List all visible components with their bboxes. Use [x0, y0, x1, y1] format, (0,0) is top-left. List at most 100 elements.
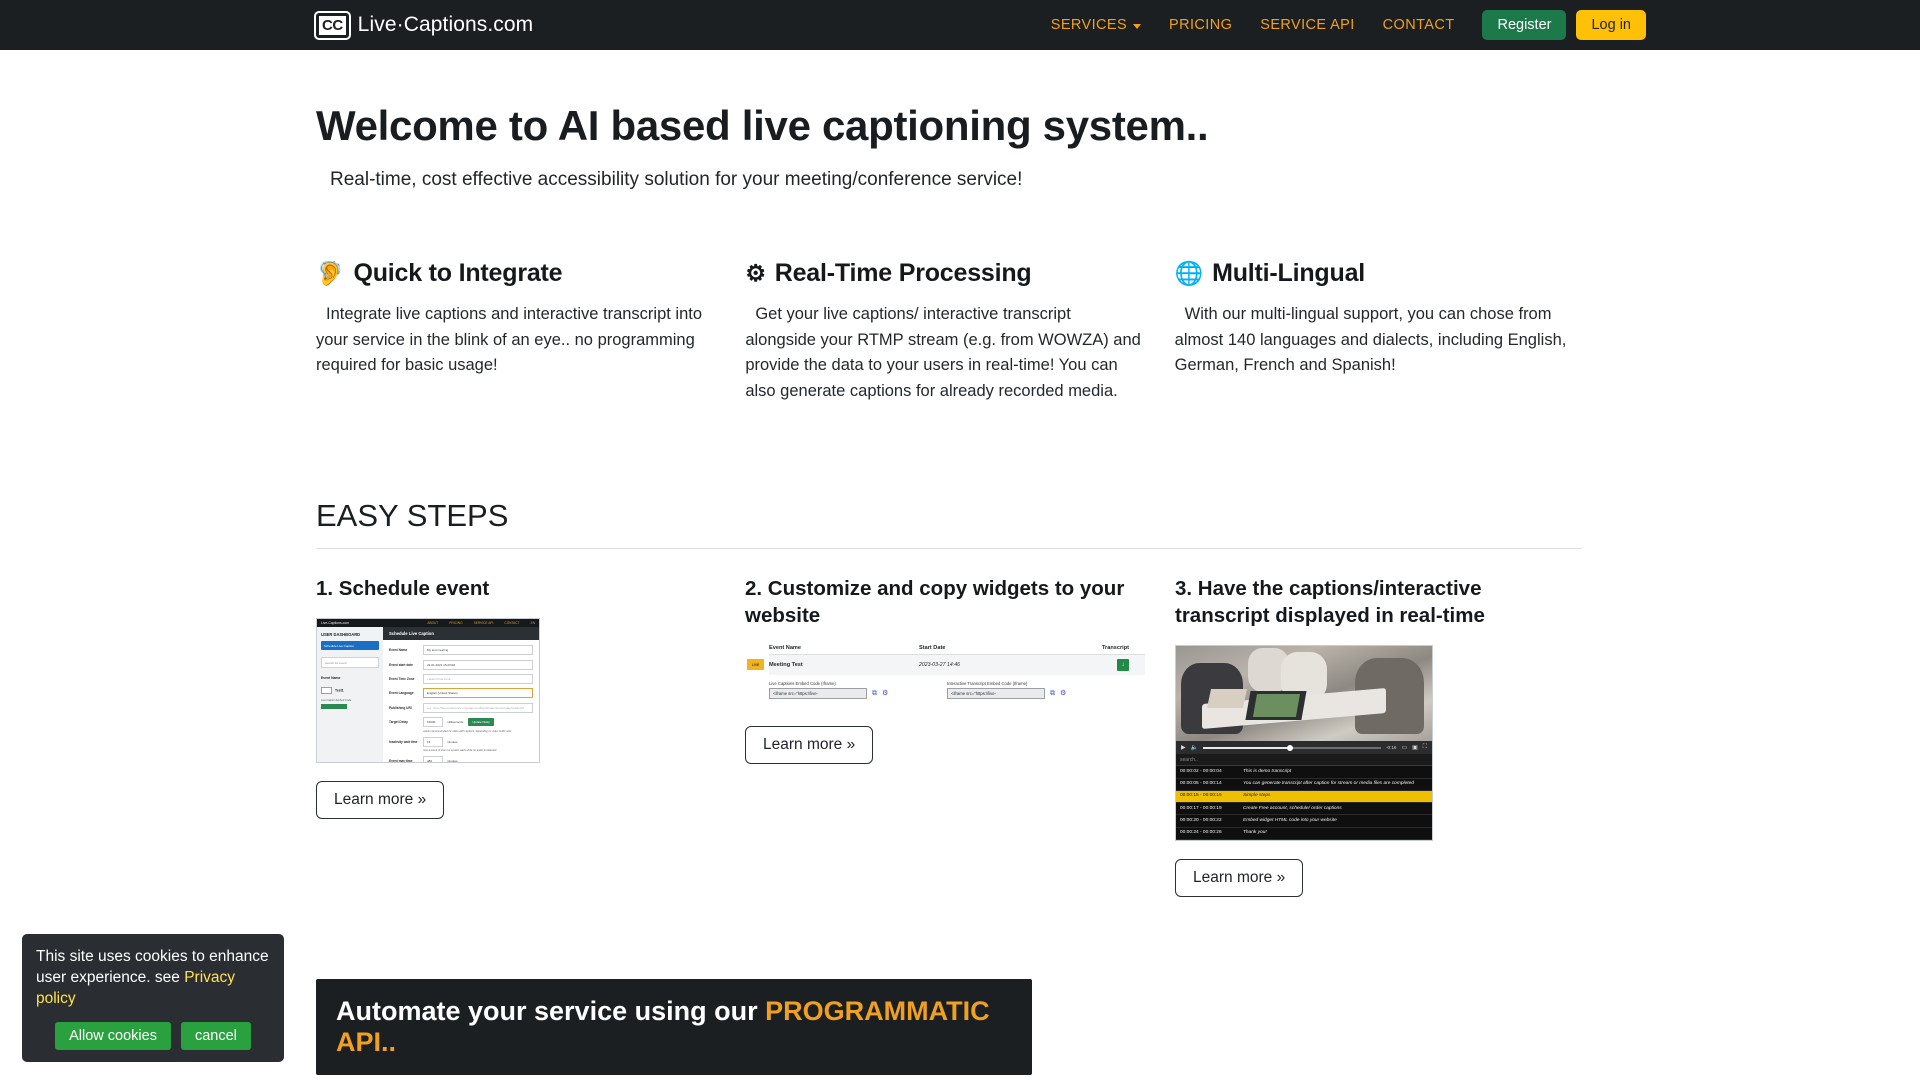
thumb2-embed-row: <iframe src="https://live- ⧉ ⚙ — [769, 688, 929, 700]
transcript-text: This is demo transcript — [1243, 768, 1292, 774]
nav-item-services-label: SERVICES — [1050, 17, 1128, 33]
step-heading: 3. Have the captions/interactive transcr… — [1175, 577, 1485, 628]
thumb-field-label: Event Time Zone — [389, 677, 415, 682]
screenshot-widgets-table[interactable]: Event Name Start Date Transcript LIVE Me… — [745, 645, 1145, 709]
login-button[interactable]: Log in — [1576, 10, 1646, 40]
thumb2-embed-codes: Live Captions Embed Code (Iframe) <ifram… — [769, 681, 1145, 700]
settings-icon: ⚙ — [1060, 690, 1067, 698]
thumb3-laptop-1 — [1245, 690, 1307, 720]
screenshot-schedule-form[interactable]: Live-Captions.com ABOUT PRICING SERVICE … — [316, 618, 540, 764]
thumb2-col-event-name: Event Name — [769, 645, 802, 652]
thumb-field-max-time: Event max time 480 minutes — [389, 756, 533, 763]
cookie-consent-banner: This site uses cookies to enhance user e… — [22, 934, 284, 1062]
thumb-field-unit: milliseconds — [447, 720, 464, 725]
thumb-field-value: 480 — [423, 756, 443, 763]
fullscreen-icon: ⛶ — [1422, 744, 1427, 751]
brand-name: Live·Captions.com — [357, 13, 534, 36]
nav-links: SERVICES PRICING SERVICE API CONTACT — [1037, 9, 1469, 41]
thumb-field-unit: minutes — [447, 759, 458, 764]
transcript-text: Simple steps — [1243, 793, 1271, 799]
thumb-col-event-name: Event Name — [321, 676, 341, 681]
feature-heading: 🌐 Multi-Lingual — [1175, 259, 1574, 288]
thumb-field-language: Event Language English (United States) — [389, 688, 533, 699]
brand-logo[interactable]: CC Live·Captions.com — [314, 10, 534, 40]
time-remaining: -0:16 — [1385, 745, 1397, 751]
thumb-field-event-name: Event Name My test meeting — [389, 645, 533, 656]
learn-more-button-step2[interactable]: Learn more » — [745, 726, 874, 765]
captions-icon: ▭ — [1401, 745, 1408, 752]
transcript-timestamp: 00:00:05 - 00:00:14 — [1180, 781, 1222, 787]
step-customize-widgets: 2. Customize and copy widgets to your we… — [745, 575, 1175, 897]
copy-icon: ⧉ — [1050, 690, 1055, 698]
transcript-text: You can generate transcript after captio… — [1243, 781, 1414, 787]
nav-item-contact[interactable]: CONTACT — [1369, 9, 1469, 41]
thumb-field-target-delay: Target Delay 15000 milliseconds Update D… — [389, 717, 533, 728]
chevron-down-icon — [1133, 23, 1142, 29]
thumb2-embed-value: <iframe src="https://live- — [947, 688, 1045, 700]
thumb-nav-pricing: PRICING — [449, 621, 463, 626]
thumb-field-label: Event Language — [389, 691, 414, 696]
transcript-line-active: 00:00:15 - 00:00:16 Simple steps — [1176, 790, 1432, 804]
page-title: Welcome to AI based live captioning syst… — [316, 102, 1209, 149]
thumb-field-start-date: Event start date 22-01-2021 15:23:08 — [389, 659, 533, 670]
allow-cookies-button[interactable]: Allow cookies — [55, 1022, 171, 1050]
nav-item-pricing[interactable]: PRICING — [1155, 9, 1246, 41]
thumb2-embed-row: <iframe src="https://live- ⧉ ⚙ — [947, 688, 1107, 700]
hearing-aid-icon: 🦻 — [316, 260, 345, 286]
thumb-field-label: Event Name — [389, 648, 408, 653]
transcript-timestamp: 00:00:17 - 00:00:19 — [1180, 805, 1222, 811]
thumb-field-inactivity: Inactivity wait time 15 minutes — [389, 736, 533, 747]
step-display-realtime: 3. Have the captions/interactive transcr… — [1175, 575, 1604, 897]
feature-quick-to-integrate: 🦻 Quick to Integrate Integrate live capt… — [316, 259, 745, 404]
transcript-line: 00:00:17 - 00:00:19 Create Free account,… — [1176, 803, 1432, 816]
thumb2-table-row: LIVE Meeting Test 2023-03-27 14:46 ↓ — [747, 655, 1145, 676]
gears-icon: ⚙ — [745, 260, 766, 286]
register-button[interactable]: Register — [1482, 10, 1567, 40]
thumb2-event-name: Meeting Test — [769, 662, 803, 669]
thumb-sidebar: USER DASHBOARD Schedule Live Caption sea… — [317, 627, 383, 763]
transcript-text: Create Free account, schedule/ order cap… — [1243, 805, 1342, 811]
thumb-thumbnail-box — [321, 687, 332, 695]
thumb-row-event-name: Test1 — [335, 688, 344, 693]
thumb2-embed-live-captions: Live Captions Embed Code (Iframe) <ifram… — [769, 681, 929, 700]
learn-more-button-step1[interactable]: Learn more » — [316, 781, 445, 820]
cancel-cookies-button[interactable]: cancel — [180, 1022, 251, 1050]
step-heading: 1. Schedule event — [316, 577, 490, 601]
thumb-field-value: - select time zone - — [423, 674, 533, 685]
volume-icon: 🔈 — [1190, 745, 1199, 752]
thumb2-embed-label: Interactive Transcript Embed Code (Ifram… — [947, 681, 1028, 687]
transcript-line: 00:00:05 - 00:00:14 You can generate tra… — [1176, 779, 1432, 791]
thumb-field-publishing-uri: Publishing URI e.g. rtmp://live-conferen… — [389, 702, 533, 713]
feature-multi-lingual: 🌐 Multi-Lingual With our multi-lingual s… — [1175, 259, 1604, 404]
thumb-field-hint: max amount of time our system waits whil… — [423, 749, 497, 753]
progress-bar — [1203, 744, 1381, 751]
feature-real-time-processing: ⚙ Real-Time Processing Get your live cap… — [745, 259, 1174, 404]
thumb3-laptop-2 — [1207, 689, 1248, 709]
screenshot-player-transcript[interactable]: ▶ 🔈 -0:16 ▭ ▣ ⛶ search.. 00:00:02 - 00:0… — [1175, 645, 1433, 841]
thumb-field-value: 15 — [423, 736, 443, 747]
picture-in-picture-icon: ▣ — [1412, 745, 1418, 752]
thumb2-embed-value: <iframe src="https://live- — [769, 688, 867, 700]
api-banner-text: Automate your service using our — [336, 995, 766, 1026]
thumb-field-value: 22-01-2021 15:23:08 — [423, 659, 533, 670]
copy-icon: ⧉ — [872, 690, 877, 698]
nav-item-services[interactable]: SERVICES — [1037, 9, 1155, 41]
thumb2-embed-label: Live Captions Embed Code (Iframe) — [769, 681, 836, 687]
transcript-line: 00:00:02 - 00:00:04 This is demo transcr… — [1176, 766, 1432, 779]
thumb2-live-badge: LIVE — [747, 659, 764, 671]
hero-subtitle: Real-time, cost effective accessibility … — [330, 169, 1023, 190]
nav-item-service-api[interactable]: SERVICE API — [1246, 9, 1368, 41]
feature-heading: 🦻 Quick to Integrate — [316, 259, 715, 288]
thumb-field-unit: minutes — [447, 739, 458, 744]
feature-title: Quick to Integrate — [353, 259, 563, 287]
programmatic-api-banner[interactable]: Automate your service using our PROGRAMM… — [316, 978, 1032, 1075]
thumb-modal-form: Event Name My test meeting Event start d… — [383, 640, 539, 763]
top-navbar: CC Live·Captions.com SERVICES PRICING SE… — [0, 0, 1920, 50]
thumb3-search-field: search.. — [1176, 754, 1432, 767]
learn-more-button-step3[interactable]: Learn more » — [1175, 858, 1304, 897]
thumb-dashboard-title: USER DASHBOARD — [321, 632, 361, 638]
translation-icon: 🌐 — [1174, 260, 1204, 286]
step-heading: 2. Customize and copy widgets to your we… — [745, 577, 1125, 628]
transcript-line: 00:00:24 - 00:00:26 Thank you! — [1176, 828, 1432, 840]
steps-row: 1. Schedule event Live-Captions.com ABOU… — [316, 575, 1604, 897]
